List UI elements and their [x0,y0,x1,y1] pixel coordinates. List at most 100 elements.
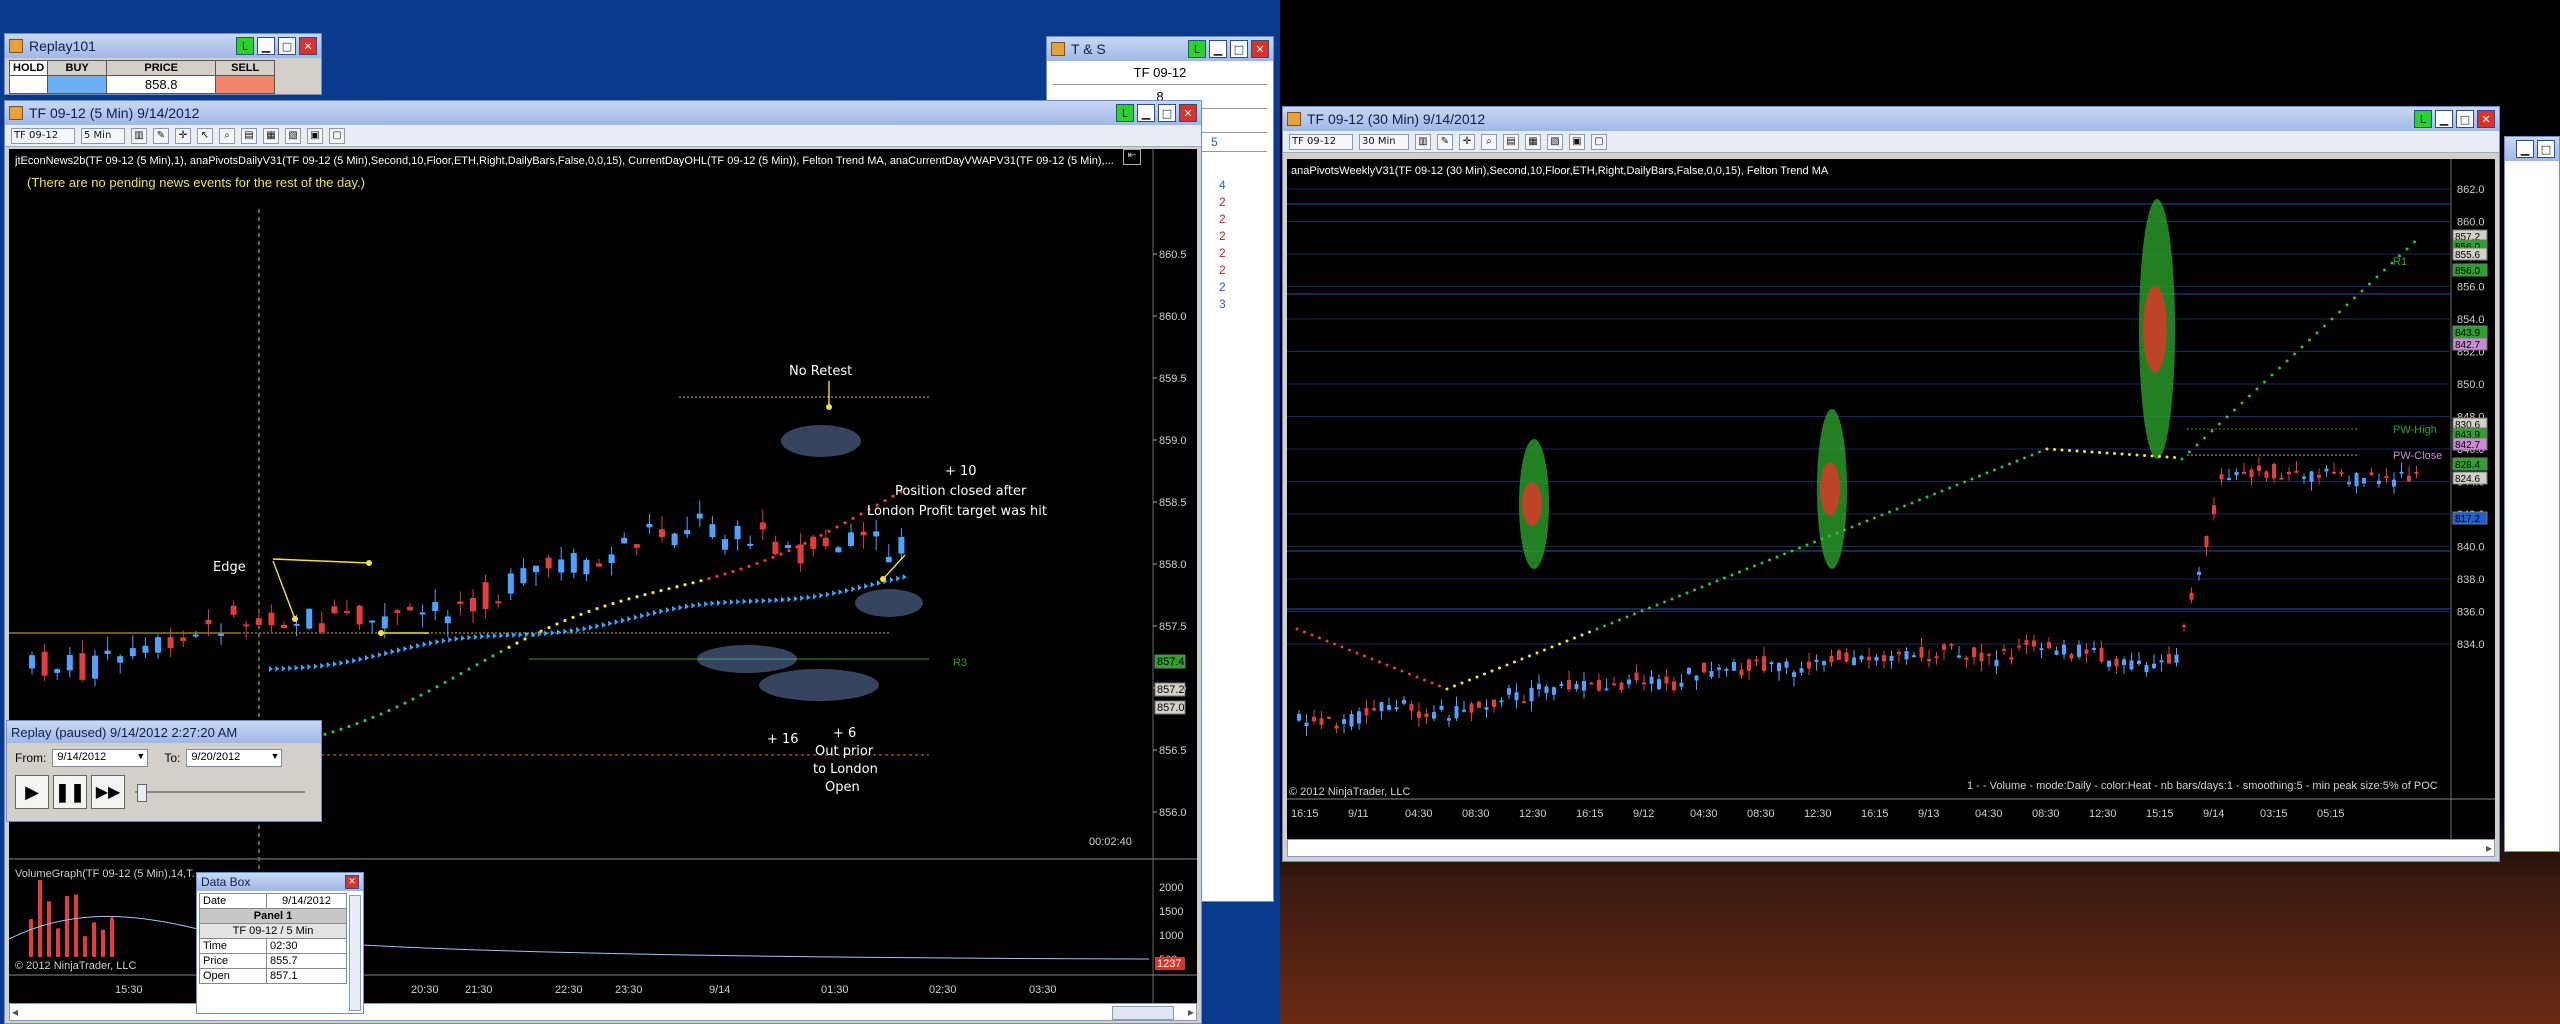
trend-ma-dot [1843,528,1846,532]
trend-ma-dot [2090,450,2094,454]
chart30-svg[interactable]: 862.0860.0858.0856.0854.0852.0850.0848.0… [1287,159,2495,839]
minimize-icon[interactable]: ▁ [2516,140,2534,158]
candle-body [243,624,250,627]
chart30-horizontal-scrollbar[interactable]: ▸ [1287,839,2495,857]
candle-body [444,616,451,624]
candle-body [1649,676,1654,684]
crosshair-icon[interactable]: ✛ [1459,133,1475,150]
close-icon[interactable]: ✕ [1251,40,1269,58]
candle-body [180,637,187,641]
trend-ma-dot [411,697,415,701]
maximize-icon[interactable]: □ [1230,40,1248,58]
minimize-icon[interactable]: ▁ [2435,110,2453,128]
replay101-titlebar[interactable]: Replay101 L ▁ □ ✕ [5,34,321,58]
scroll-right-arrow[interactable]: ▸ [2486,841,2492,855]
replay-speed-slider[interactable] [135,782,305,802]
trend-ma-dot [475,663,479,667]
close-icon[interactable]: ✕ [299,37,317,55]
hold-header[interactable]: HOLD [8,60,49,76]
scroll-thumb[interactable] [1112,1006,1174,1020]
properties-icon[interactable]: ▤ [241,127,257,144]
chart30-area[interactable]: 862.0860.0858.0856.0854.0852.0850.0848.0… [1287,159,2495,839]
databox-scrollbar[interactable] [349,895,361,1011]
volume-profile-poc [1820,462,1840,516]
pencil-icon[interactable]: ✎ [1437,133,1453,150]
fast-forward-button[interactable]: ▶▶ [91,775,125,809]
bar-type-icon[interactable]: ▥ [1415,133,1431,150]
partial-titlebar[interactable]: ▁ □ [2505,137,2559,161]
instrument-select[interactable]: TF 09-12 [1289,133,1353,150]
from-date-picker[interactable]: 9/14/2012 ▼ [52,749,149,767]
zoom-icon[interactable]: ⌕ [1481,133,1497,150]
instrument-select[interactable]: TF 09-12 [11,127,75,144]
interval-select[interactable]: 30 Min [1359,133,1409,150]
trend-ma-dot [2323,324,2326,328]
indicators-icon[interactable]: ▦ [1525,133,1541,150]
maximize-icon[interactable]: □ [1158,104,1176,122]
slider-thumb[interactable] [137,784,147,802]
sell-cell[interactable] [215,75,276,94]
pause-button[interactable]: ❚❚ [53,775,87,809]
chevron-down-icon[interactable]: ▼ [270,751,279,761]
minimize-icon[interactable]: ▁ [257,37,275,55]
close-icon[interactable]: ✕ [1179,104,1197,122]
scroll-left-arrow[interactable]: ◂ [12,1005,18,1019]
chart30-titlebar[interactable]: TF 09-12 (30 Min) 9/14/2012 L ▁ □ ✕ [1283,107,2499,131]
close-icon[interactable]: ✕ [345,875,359,889]
strategies-icon[interactable]: ▧ [285,127,301,144]
maximize-icon[interactable]: □ [278,37,296,55]
annotation-arrowhead [366,560,372,566]
cursor-icon[interactable]: ↖ [197,127,213,144]
buy-header[interactable]: BUY [47,60,108,76]
ts-titlebar[interactable]: T & S L ▁ □ ✕ [1047,37,1273,61]
trend-ma-dot [747,564,751,568]
zoom-icon[interactable]: ⌕ [219,127,235,144]
chart-scroll-start-icon[interactable]: ⇤ [1123,149,1141,165]
maximize-icon[interactable]: □ [2537,140,2555,158]
chart-trader-icon[interactable]: ▢ [1591,133,1607,150]
trend-ma-dot [1385,663,1389,667]
bar-type-icon[interactable]: ▥ [131,127,147,144]
maximize-icon[interactable]: □ [2456,110,2474,128]
trend-ma-dot [2405,247,2409,251]
minimize-icon[interactable]: ▁ [1209,40,1227,58]
trend-ma-dot [1393,666,1396,670]
strategies-icon[interactable]: ▧ [1547,133,1563,150]
candle-body [1664,676,1669,684]
databox-titlebar[interactable]: Data Box ✕ [197,873,363,891]
vwap-marker [608,620,613,627]
data-box-icon[interactable]: ▣ [307,127,323,144]
buy-cell[interactable] [47,75,108,94]
time-tick-label: 03:15 [2260,808,2288,820]
chart5-area[interactable]: 860.5 860.0 859.5 859.0 858.5 858.0 857.5 857.0… [8,149,1197,1003]
play-button[interactable]: ▶ [15,775,49,809]
interval-select[interactable]: 5 Min [81,127,125,144]
candle-body [1934,656,1939,659]
link-button[interactable]: L [1188,40,1206,58]
vwap-marker [672,605,677,612]
properties-icon[interactable]: ▤ [1503,133,1519,150]
link-button[interactable]: L [2414,110,2432,128]
chart5-titlebar[interactable]: TF 09-12 (5 Min) 9/14/2012 L ▁ □ ✕ [5,101,1201,125]
chevron-down-icon[interactable]: ▼ [136,751,145,761]
pencil-icon[interactable]: ✎ [153,127,169,144]
close-icon[interactable]: ✕ [2477,110,2495,128]
indicators-icon[interactable]: ▦ [263,127,279,144]
to-date-picker[interactable]: 9/20/2012 ▼ [186,749,283,767]
replay-titlebar[interactable]: Replay (paused) 9/14/2012 2:27:20 AM [7,721,321,743]
chart5-svg[interactable]: 860.5 860.0 859.5 859.0 858.5 858.0 857.5 857.0… [8,149,1197,1003]
scroll-right-arrow[interactable]: ▸ [1188,1005,1194,1019]
sell-header[interactable]: SELL [215,60,276,76]
data-box-icon[interactable]: ▣ [1569,133,1585,150]
trend-ma-dot [2368,282,2371,286]
candle-body [1297,713,1301,721]
link-button[interactable]: L [1116,104,1134,122]
chart-trader-icon[interactable]: ▢ [329,127,345,144]
time-tick-label: 16:15 [1291,808,1319,820]
candle-body [54,669,61,673]
link-button[interactable]: L [236,37,254,55]
minimize-icon[interactable]: ▁ [1137,104,1155,122]
chart5-horizontal-scrollbar[interactable]: ▸ ◂ [9,1003,1197,1021]
crosshair-icon[interactable]: ✛ [175,127,191,144]
app-icon [9,39,23,53]
